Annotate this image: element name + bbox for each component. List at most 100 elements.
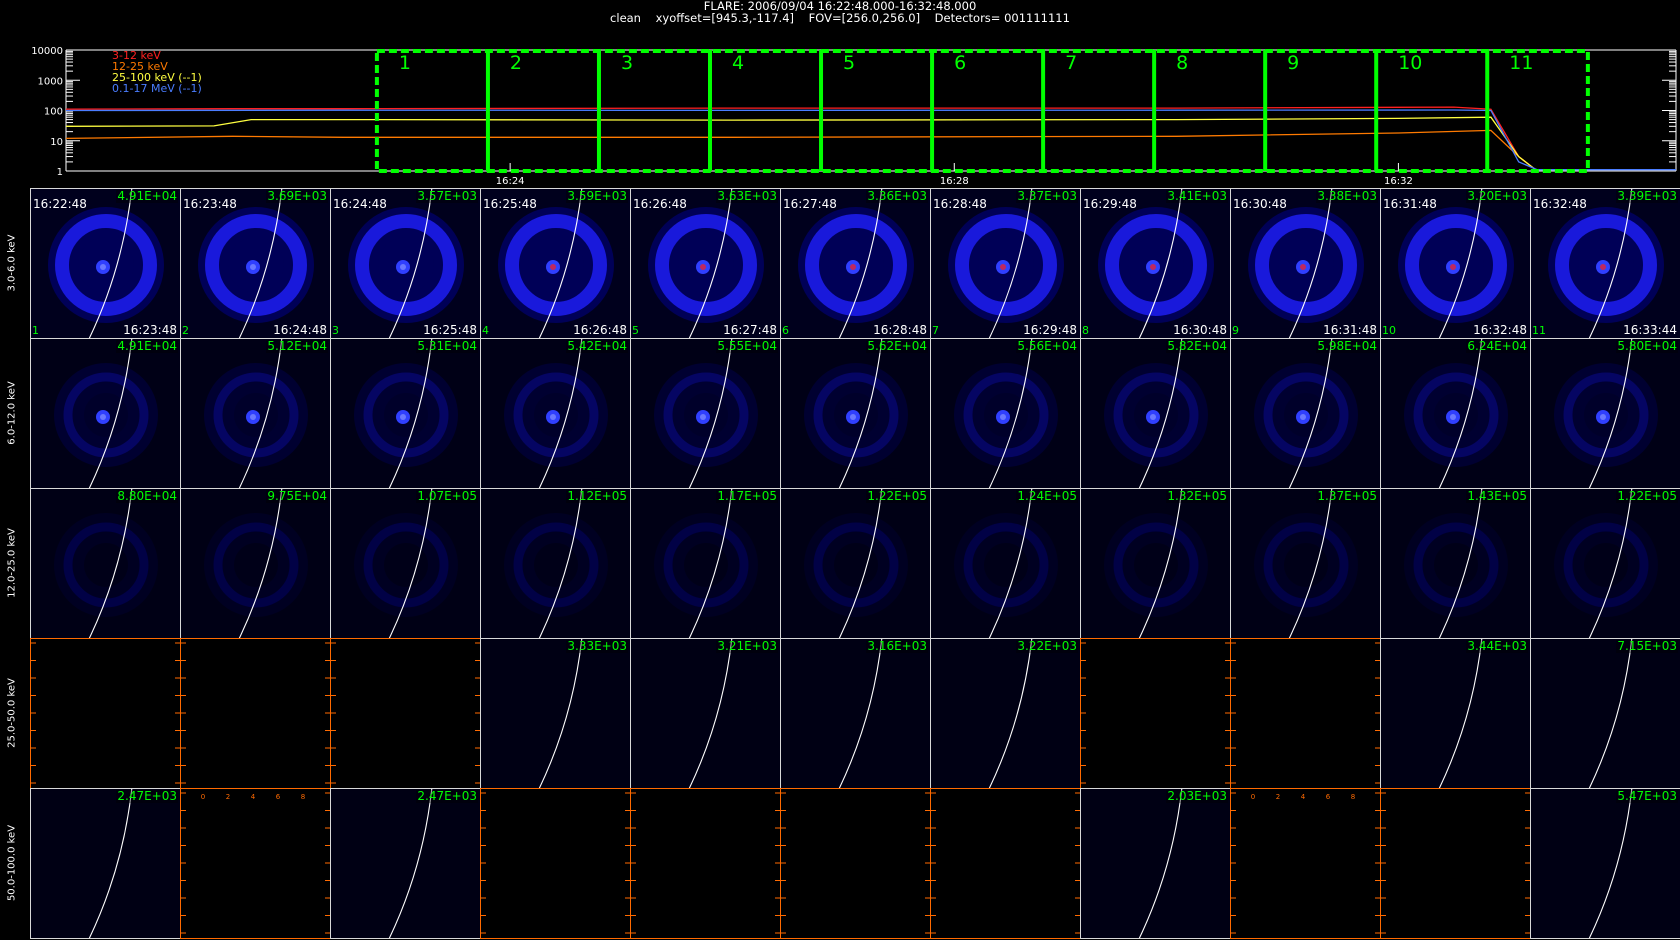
image-panel-graphic [331,639,480,788]
image-panel: 0 2 4 6 8 [1230,788,1381,939]
energy-band-label-text: 50.0-100.0 keV [6,824,18,902]
empty-axis-tick-label: 0 [201,793,205,801]
flare-core-peak [850,264,856,270]
image-peak-value: 5.56E+04 [1016,339,1078,353]
image-panel-graphic [1531,189,1680,338]
image-panel-graphic [931,339,1080,488]
image-panel [1080,638,1231,789]
empty-panel-background [481,789,630,938]
interval-number: 8 [1176,52,1188,74]
image-peak-value: 3.38E+03 [1316,189,1378,203]
panel-background [331,789,480,938]
image-panel-graphic [1081,489,1230,638]
interval-number: 10 [1398,52,1422,74]
image-panel [930,788,1081,939]
panel-background [481,639,630,788]
legend-entry: 0.1-17 MeV (--1) [112,82,202,95]
image-panel: 1.37E+05 [1230,488,1381,639]
image-peak-value: 6.24E+04 [1466,339,1528,353]
image-panel: 3.36E+03 16:27:48 16:28:48 6 [780,188,931,339]
empty-panel-background [331,639,480,788]
image-panel-graphic [781,639,930,788]
flare-core-peak [250,264,256,270]
flare-core-peak [550,264,556,270]
image-peak-value: 3.21E+03 [716,639,778,653]
empty-panel-background [781,789,930,938]
interval-number: 7 [1065,52,1077,74]
empty-panel-background [1081,639,1230,788]
image-end-time: 16:23:48 [123,323,177,337]
image-interval-number: 2 [182,324,189,337]
empty-panel-background [31,639,180,788]
empty-panel-background [1381,789,1530,938]
lightcurve-x-tick-labels: 16:24 16:28 16:32 [496,176,1413,187]
image-peak-value: 5.98E+04 [1316,339,1378,353]
flare-core-peak [1450,414,1456,420]
image-peak-value: 1.17E+05 [716,489,778,503]
empty-panel-background [931,789,1080,938]
image-peak-value: 7.15E+03 [1616,639,1678,653]
image-grid: 3.0-6.0 keV 4.91E+04 16:22:48 16:23:48 1 3.69… [0,188,1680,940]
flare-core-peak [1300,264,1306,270]
image-panel: 3.69E+03 16:23:48 16:24:48 2 [180,188,331,339]
lightcurve-series-line [65,129,1538,172]
image-panel-graphic [781,339,930,488]
empty-panel-background [181,639,330,788]
image-panel-graphic [631,639,780,788]
image-interval-number: 9 [1232,324,1239,337]
image-panel-graphic [331,789,480,938]
image-panel-graphic [1381,189,1530,338]
image-panel-graphic [1231,189,1380,338]
image-interval-number: 4 [482,324,489,337]
image-panel: 2.03E+03 [1080,788,1231,939]
panel-background [1081,789,1230,938]
image-panel-graphic [631,789,780,938]
image-peak-value: 8.80E+04 [116,489,178,503]
lightcurve-series-line [65,116,1538,172]
image-panel-graphic [1081,789,1230,938]
image-peak-value: 1.22E+05 [866,489,928,503]
image-panel: 5.80E+04 [1530,338,1680,489]
image-panel [480,788,631,939]
image-panel [1380,788,1531,939]
image-panel-graphic [1381,489,1530,638]
flare-core-peak [1150,264,1156,270]
image-panel-graphic [31,489,180,638]
image-panel-graphic [1231,489,1380,638]
image-panel-graphic [31,189,180,338]
image-end-time: 16:25:48 [423,323,477,337]
image-panel: 3.39E+03 16:32:48 16:33:44 11 [1530,188,1680,339]
flare-core-peak [700,264,706,270]
image-panel: 5.98E+04 [1230,338,1381,489]
lightcurve-y-tick-labels: 10000 1000 100 10 1 [31,46,63,178]
image-panel: 1.07E+05 [330,488,481,639]
interval-number: 3 [621,52,633,74]
empty-axis-tick-label: 0 [1251,793,1255,801]
image-panel: 3.63E+03 16:26:48 16:27:48 5 [630,188,781,339]
flare-core-peak [1000,264,1006,270]
image-panel-graphic [1531,639,1680,788]
energy-band-label-text: 6.0-12.0 keV [6,381,18,445]
image-panel: 6.24E+04 [1380,338,1531,489]
image-start-time: 16:26:48 [633,197,687,211]
image-panel: 4.91E+04 [30,338,181,489]
image-panel: 3.38E+03 16:30:48 16:31:48 9 [1230,188,1381,339]
image-peak-value: 5.12E+04 [266,339,328,353]
image-interval-number: 11 [1532,324,1546,337]
panel-background [931,639,1080,788]
image-panel-graphic [931,489,1080,638]
empty-panel-background [181,789,330,938]
image-peak-value: 3.37E+03 [1016,189,1078,203]
image-peak-value: 5.80E+04 [1616,339,1678,353]
image-panel-graphic [1081,339,1230,488]
image-panel-graphic [931,639,1080,788]
image-panel-graphic [1081,189,1230,338]
image-peak-value: 3.22E+03 [1016,639,1078,653]
image-peak-value: 3.63E+03 [716,189,778,203]
image-panel: 1.12E+05 [480,488,631,639]
flare-core-peak [400,414,406,420]
image-panel-graphic: 0 2 4 6 8 [1231,789,1380,938]
empty-axis-tick-label: 8 [1351,793,1355,801]
image-panel: 3.44E+03 [1380,638,1531,789]
image-peak-value: 5.47E+03 [1616,789,1678,803]
